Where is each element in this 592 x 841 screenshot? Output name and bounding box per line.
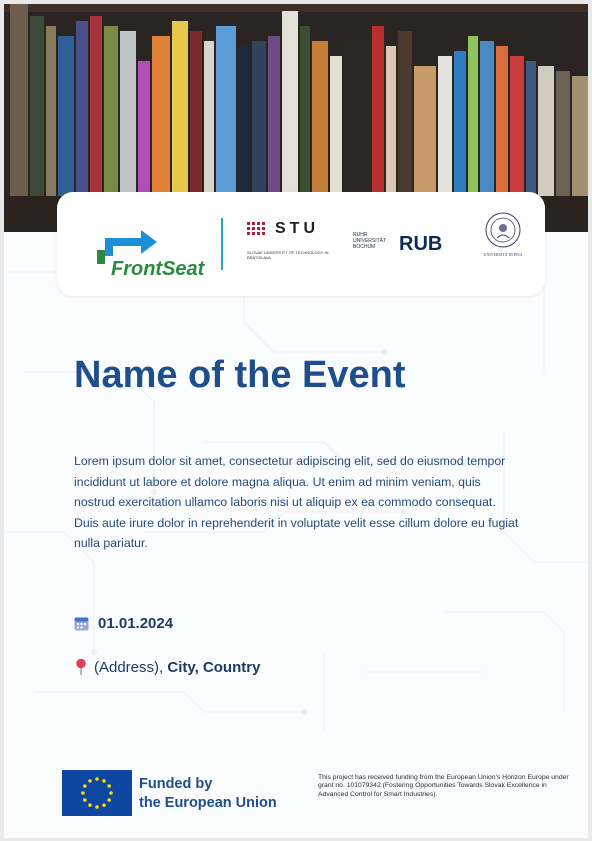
pisa-wordmark: UNIVERSITÀ DI PISA	[483, 252, 523, 257]
event-description: Lorem ipsum dolor sit amet, consectetur …	[74, 454, 519, 551]
eu-star	[88, 803, 92, 807]
stu-wordmark: STU	[275, 220, 319, 237]
event-address-row: (Address), City, Country	[74, 656, 260, 678]
eu-star	[83, 784, 87, 788]
calendar-icon	[74, 617, 89, 630]
frontseat-logo: FrontSeat	[75, 216, 205, 280]
funded-line-2: the European Union	[139, 795, 277, 811]
eu-star	[102, 803, 106, 807]
stu-subtitle: SLOVAK UNIVERSITY OF TECHNOLOGY IN BRATI…	[247, 250, 329, 260]
stu-dots-icon	[247, 222, 265, 235]
funded-by-eu-label: Funded by the European Union	[139, 775, 277, 813]
event-date-row: 01.01.2024	[74, 612, 173, 634]
stu-logo: STU SLOVAK UNIVERSITY OF TECHNOLOGY IN B…	[247, 220, 357, 260]
rub-logo: RUHR UNIVERSITÄT BOCHUM RUB	[353, 232, 463, 262]
frontseat-wordmark: FrontSeat	[111, 258, 205, 280]
map-pin-icon	[76, 658, 86, 675]
eu-star	[83, 798, 87, 802]
event-address: (Address),	[94, 658, 164, 676]
funded-line-1: Funded by	[139, 776, 213, 792]
partner-logos-card: FrontSeat STU SLOVAK UNIVERSITY OF TECHN…	[57, 192, 545, 296]
eu-star	[107, 798, 111, 802]
eu-star	[81, 791, 85, 795]
eu-star	[95, 805, 99, 809]
pisa-logo: UNIVERSITÀ DI PISA	[477, 212, 529, 272]
eu-flag-icon	[62, 770, 132, 816]
grant-disclaimer: This project has received funding from t…	[318, 774, 569, 798]
event-city-country: City, Country	[167, 658, 261, 676]
eu-star	[95, 777, 99, 781]
event-title: Name of the Event	[74, 354, 406, 396]
event-date: 01.01.2024	[98, 614, 174, 632]
logo-divider	[221, 218, 223, 270]
eu-star	[107, 784, 111, 788]
event-poster: FrontSeat STU SLOVAK UNIVERSITY OF TECHN…	[4, 4, 588, 838]
rub-subtitle: RUHR UNIVERSITÄT BOCHUM	[353, 232, 386, 250]
rub-wordmark: RUB	[399, 233, 443, 255]
eu-star	[88, 779, 92, 783]
eu-star	[109, 791, 113, 795]
eu-star	[102, 779, 106, 783]
pisa-seal-icon	[485, 212, 521, 248]
